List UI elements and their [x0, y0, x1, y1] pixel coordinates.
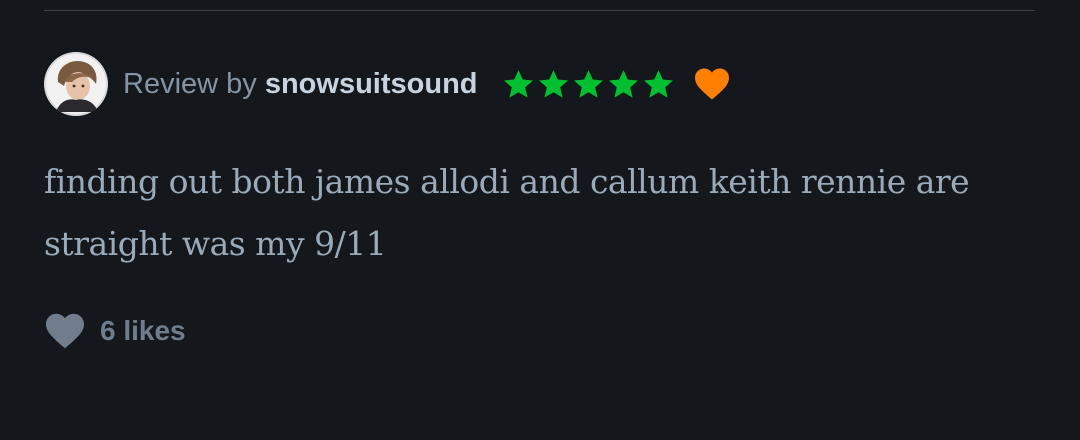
star-icon	[607, 68, 640, 101]
star-icon	[502, 68, 535, 101]
heart-icon[interactable]	[44, 312, 86, 350]
likes-count[interactable]: 6 likes	[100, 315, 186, 347]
user-avatar[interactable]	[44, 52, 108, 116]
star-icon	[537, 68, 570, 101]
top-divider	[44, 10, 1035, 11]
heart-icon	[693, 67, 731, 101]
reviewer-username[interactable]: snowsuitsound	[265, 68, 478, 100]
review-header: Review by snowsuitsound	[44, 52, 731, 116]
review-text: finding out both james allodi and callum…	[44, 162, 970, 263]
review-by-label: Review by	[123, 67, 257, 100]
star-icon	[572, 68, 605, 101]
star-rating	[502, 68, 675, 101]
review-attribution: Review by snowsuitsound	[123, 68, 478, 101]
star-icon	[642, 68, 675, 101]
likes-row: 6 likes	[44, 310, 186, 352]
